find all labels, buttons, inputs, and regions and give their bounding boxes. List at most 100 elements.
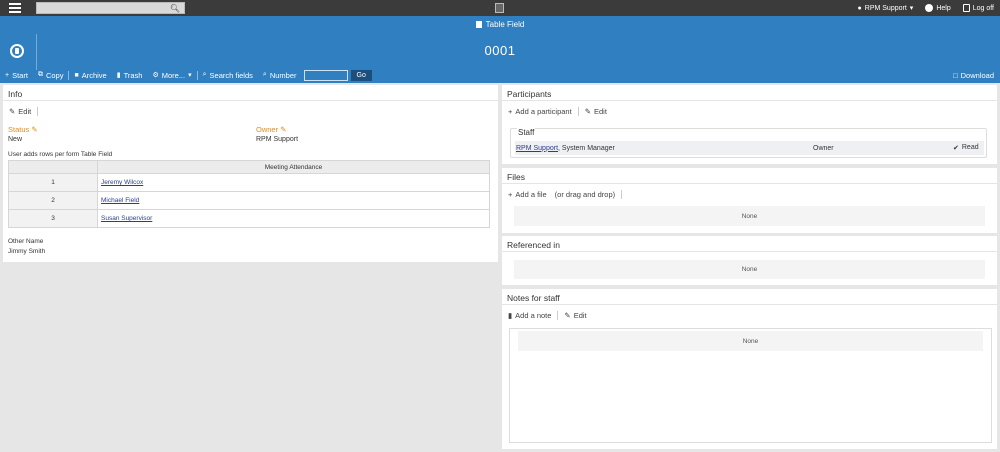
form-type-title[interactable]: Table Field (0, 20, 1000, 29)
help-icon (925, 4, 934, 12)
attendee-link[interactable]: Michael Field (101, 197, 139, 204)
download-button[interactable]: □ Download (953, 68, 994, 82)
edit-label: Edit (18, 107, 32, 116)
staff-group: Staff RPM Support, System Manager Owner … (510, 128, 987, 158)
drag-drop-hint: (or drag and drop) (554, 190, 616, 199)
meeting-attendance-header[interactable]: Meeting Attendance (97, 160, 490, 174)
comment-icon: ▮ (508, 311, 513, 320)
trash-icon: ▮ (116, 72, 121, 79)
add-file-button[interactable]: + Add a file (508, 190, 547, 199)
owner-value: RPM Support (256, 136, 299, 143)
search-icon[interactable]: 🔍︎ (170, 4, 180, 13)
number-input[interactable] (303, 69, 348, 81)
logoff-link[interactable]: Log off (962, 4, 994, 12)
participants-edit-button[interactable]: ✎ Edit (585, 107, 607, 116)
hamburger-menu-icon[interactable] (9, 3, 21, 13)
copy-icon: ⧉ (37, 71, 43, 78)
go-button[interactable]: Go (350, 69, 372, 81)
owner-label-row[interactable]: Owner ✎ (256, 125, 286, 134)
pencil-icon: ✎ (564, 311, 571, 320)
logoff-icon (962, 4, 970, 12)
add-participant-button[interactable]: + Add a participant (508, 107, 572, 116)
pencil-icon: ✎ (31, 125, 38, 134)
top-bar: 🔍︎ ● RPM Support ▾ Help Log off (0, 0, 1000, 16)
row-number-header (8, 160, 98, 174)
staff-type: Owner (813, 144, 834, 152)
divider (502, 251, 997, 252)
user-menu[interactable]: ● RPM Support ▾ (857, 4, 914, 13)
global-search-input[interactable]: 🔍︎ (36, 2, 185, 14)
staff-role: , System Manager (558, 144, 615, 152)
trash-label: Trash (123, 70, 143, 80)
notes-edit-button[interactable]: ✎ Edit (564, 311, 586, 320)
pencil-icon: ✎ (9, 107, 16, 116)
download-label: Download (960, 70, 994, 80)
divider (557, 311, 559, 320)
divider (502, 183, 997, 184)
files-panel: Files + Add a file (or drag and drop) Non… (502, 168, 997, 233)
staff-name-link[interactable]: RPM Support (516, 145, 558, 152)
divider (577, 107, 579, 116)
user-icon: ● (857, 4, 862, 12)
divider (502, 304, 997, 305)
search-icon: ⌕ (262, 71, 267, 78)
info-title: Info (8, 89, 23, 99)
add-file-label: Add a file (515, 190, 547, 199)
more-label: More... (161, 70, 186, 80)
user-label: RPM Support (864, 4, 907, 12)
trash-button[interactable]: ▮ Trash (112, 71, 148, 80)
archive-button[interactable]: ■ Archive (69, 71, 111, 80)
access-label: Read (961, 144, 979, 151)
logoff-label: Log off (972, 4, 994, 12)
add-participant-label: Add a participant (515, 107, 572, 116)
staff-access[interactable]: ✔ Read (953, 144, 979, 152)
other-name-value: Jimmy Smith (8, 248, 46, 255)
number-label: Number (269, 70, 297, 80)
referenced-title: Referenced in (507, 240, 560, 250)
staff-name-cell: RPM Support, System Manager (515, 145, 813, 152)
number-search: ⌕ Number (258, 71, 302, 80)
owner-label: Owner (256, 125, 279, 134)
status-value: New (8, 136, 23, 143)
form-type-label: Table Field (485, 20, 525, 29)
chevron-down-icon: ▾ (188, 72, 192, 79)
search-fields-button[interactable]: ⌕ Search fields (198, 71, 258, 80)
copy-button[interactable]: ⧉ Copy (33, 71, 69, 80)
search-icon: ⌕ (202, 71, 207, 78)
gear-icon: ⚙ (152, 72, 159, 79)
files-title: Files (507, 172, 525, 182)
chevron-down-icon: ▾ (909, 5, 914, 12)
record-number: 0001 (484, 43, 516, 58)
other-name-label: Other Name (8, 238, 44, 245)
help-link[interactable]: Help (925, 4, 951, 12)
participants-panel: Participants + Add a participant ✎ Edit St… (502, 85, 997, 164)
pencil-icon: ✎ (280, 125, 287, 134)
attendee-cell: Susan Supervisor (97, 209, 490, 228)
add-note-label: Add a note (515, 311, 552, 320)
staff-legend: Staff (517, 128, 536, 137)
form-header: Table Field 0001 + Start ⧉ Copy ■ Archive ▮… (0, 16, 1000, 83)
more-button[interactable]: ⚙ More... ▾ (147, 71, 196, 80)
table-row: 3 Susan Supervisor (8, 209, 490, 228)
info-edit-button[interactable]: ✎ Edit (9, 107, 31, 116)
notes-panel: Notes for staff ▮ Add a note ✎ Edit None (502, 289, 997, 449)
row-number: 1 (8, 173, 98, 192)
table-row: 1 Jeremy Wilcox (8, 173, 490, 192)
notes-title: Notes for staff (507, 293, 560, 303)
attendee-link[interactable]: Jeremy Wilcox (101, 179, 143, 186)
status-label: Status (8, 125, 30, 134)
add-note-button[interactable]: ▮ Add a note (508, 311, 551, 320)
plus-icon: + (5, 71, 10, 79)
form-icon (475, 21, 482, 28)
attendee-cell: Michael Field (97, 191, 490, 210)
app-logo-icon[interactable] (495, 3, 504, 13)
divider (3, 100, 498, 101)
files-empty: None (514, 206, 985, 226)
edit-label: Edit (573, 311, 587, 320)
divider (621, 190, 623, 199)
status-label-row[interactable]: Status ✎ (8, 125, 38, 134)
attendee-link[interactable]: Susan Supervisor (101, 215, 152, 222)
start-button[interactable]: + Start (0, 71, 33, 80)
plus-icon: + (508, 190, 513, 199)
divider (37, 107, 39, 116)
